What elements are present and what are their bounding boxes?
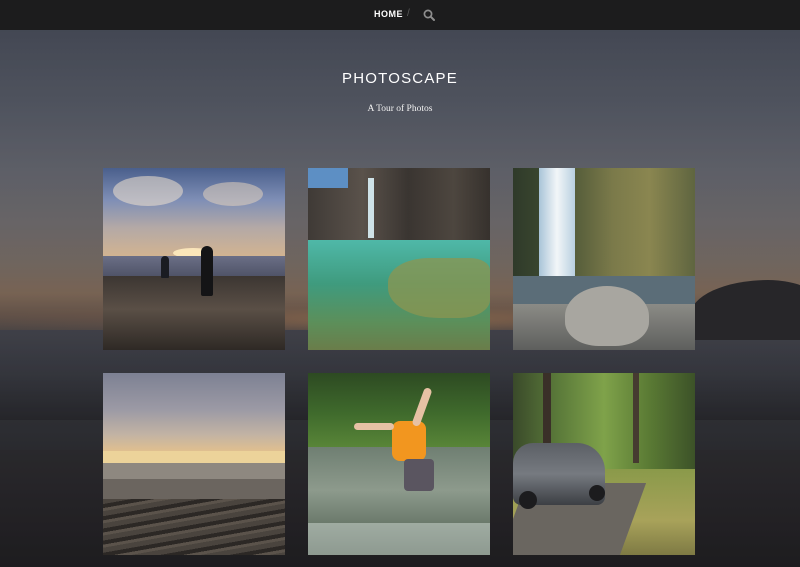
top-navigation: HOME /: [0, 0, 800, 30]
photo-horizon: [103, 451, 285, 463]
photo-boy-arm: [354, 423, 394, 430]
photo-sky: [103, 373, 285, 455]
nav-home-link[interactable]: HOME: [374, 9, 403, 19]
photo-person-small: [161, 256, 169, 278]
photo-sky: [308, 168, 348, 188]
nav-separator: /: [407, 8, 410, 19]
search-icon[interactable]: [423, 8, 435, 21]
photo-person: [201, 246, 213, 296]
photo-cloud: [113, 176, 183, 206]
photo-trunk: [633, 373, 639, 463]
photo-falls: [368, 178, 374, 238]
photo-boulder: [565, 286, 649, 346]
photo-driftwood: [103, 499, 285, 555]
photo-waterfall: [539, 168, 575, 280]
photo-rocks: [103, 276, 285, 350]
photo-car-wheel: [589, 485, 605, 501]
photo-boy-shorts: [404, 459, 434, 491]
photo-rapids: [308, 523, 490, 555]
gallery-photo-6[interactable]: [513, 373, 695, 555]
gallery-photo-2[interactable]: [308, 168, 490, 350]
photo-boy-shirt: [392, 421, 426, 461]
gallery-photo-5[interactable]: [308, 373, 490, 555]
site-title[interactable]: PHOTOSCAPE: [0, 70, 800, 87]
photo-cloud: [203, 182, 263, 206]
photo-car-wheel: [519, 491, 537, 509]
gallery-photo-1[interactable]: [103, 168, 285, 350]
gallery-photo-3[interactable]: [513, 168, 695, 350]
site-tagline: A Tour of Photos: [367, 104, 433, 114]
gallery-photo-4[interactable]: [103, 373, 285, 555]
photo-moss-rocks: [388, 258, 490, 318]
